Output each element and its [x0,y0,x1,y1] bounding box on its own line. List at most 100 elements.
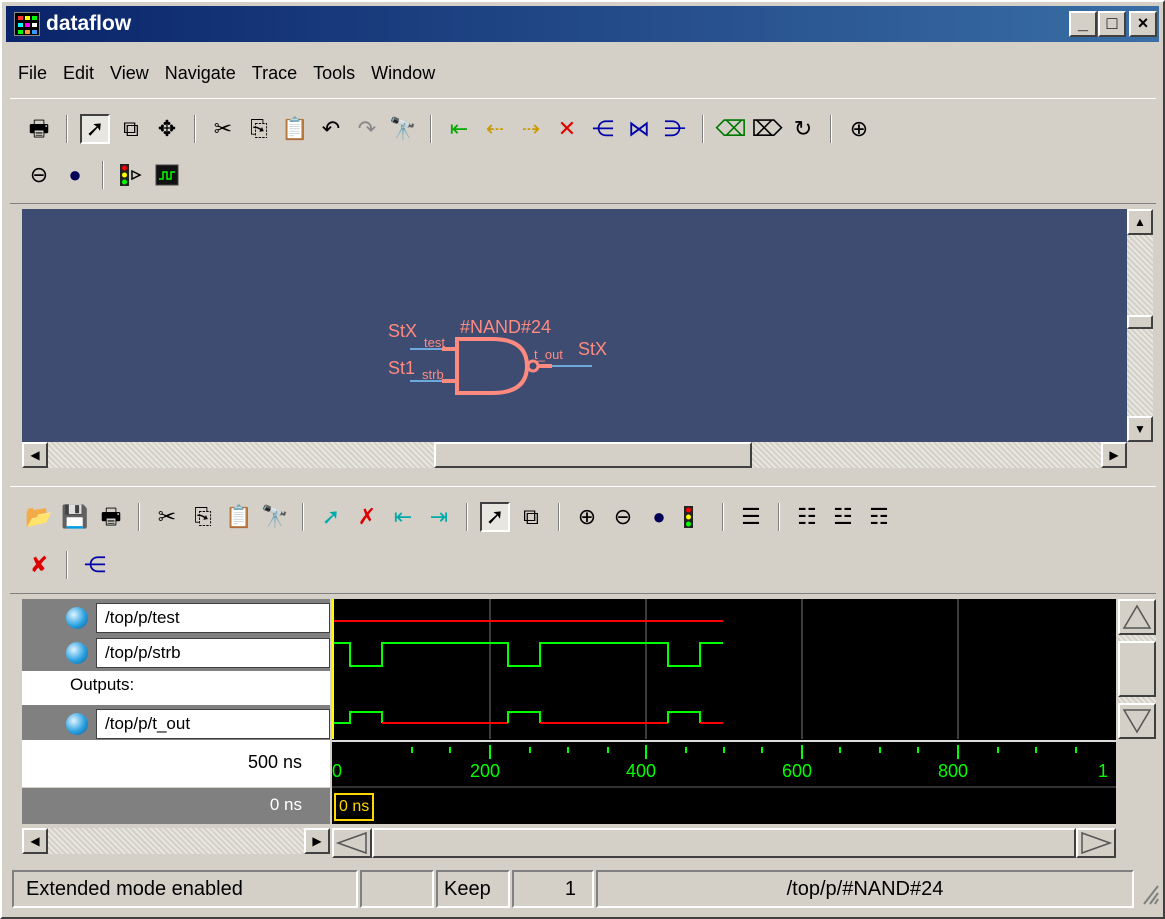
zoom-full-icon[interactable]: ● [644,502,674,532]
app-icon [14,12,40,36]
save-icon[interactable]: 💾 [60,502,90,532]
input2-port: strb [422,367,444,382]
cut-icon[interactable]: ✂ [208,114,238,144]
canvas-horizontal-scrollbar[interactable]: ◀ ▶ [22,442,1127,468]
copy-icon[interactable]: ⎘ [188,502,218,532]
sort-down-icon[interactable]: ☷ [792,502,822,532]
open-folder-icon[interactable]: 📂 [24,502,54,532]
dataflow-window: dataflow _ □ × File Edit View Navigate Trace… [0,0,1165,919]
tick-label: 400 [626,761,657,781]
scroll-up-button[interactable] [1118,599,1156,635]
scroll-thumb[interactable] [372,828,1076,858]
select-pointer-icon[interactable]: ➚ [480,502,510,532]
signal-name[interactable]: /top/p/strb [96,638,330,668]
menu-bar: File Edit View Navigate Trace Tools Window [10,58,443,88]
pan-icon[interactable]: ✥ [152,114,182,144]
sort-up-icon[interactable]: ☳ [828,502,858,532]
expand-net-out-icon[interactable]: ⋺ [660,114,690,144]
cursor-marker[interactable]: 0 ns [334,793,375,821]
scroll-left-button[interactable]: ◀ [22,828,48,854]
names-horizontal-scrollbar[interactable]: ◀ ▶ [22,828,330,854]
menu-file[interactable]: File [10,58,55,88]
nand-gate-schematic[interactable] [22,209,1127,442]
expand-both-icon[interactable]: ⋈ [624,114,654,144]
expand-top-icon[interactable]: ☰ [736,502,766,532]
select-pointer-icon[interactable]: ➚ [80,114,110,144]
trace-x-icon[interactable]: ✕ [552,114,582,144]
trace-up-icon[interactable]: ⇠ [480,114,510,144]
status-message: Extended mode enabled [12,870,358,908]
canvas-vertical-scrollbar[interactable]: ▲ ▼ [1127,209,1153,442]
print-icon[interactable]: 🖶 [24,114,54,144]
insert-cursor-icon[interactable]: ➚ [316,502,346,532]
paste-icon[interactable]: 📋 [224,502,254,532]
menu-view[interactable]: View [102,58,157,88]
delete-wave-icon[interactable]: ✘ [24,550,54,580]
expand-net-icon[interactable]: ⋲ [80,550,110,580]
scroll-up-button[interactable]: ▲ [1127,209,1153,235]
scroll-right-button[interactable] [1076,828,1116,858]
menu-trace[interactable]: Trace [244,58,305,88]
wave-vertical-scrollbar[interactable] [1118,599,1156,739]
signal-row-test[interactable]: /top/p/test [22,601,330,634]
wave-window-icon[interactable] [152,160,182,190]
zoom-region-icon[interactable]: ⧉ [116,114,146,144]
resize-grip-icon[interactable] [1136,876,1160,906]
signal-name[interactable]: /top/p/test [96,603,330,633]
maximize-button[interactable]: □ [1098,11,1126,37]
signal-name[interactable]: /top/p/t_out [96,709,330,739]
signal-row-strb[interactable]: /top/p/strb [22,636,330,669]
traffic-light-icon[interactable] [116,160,146,190]
zoom-out-icon[interactable]: ⊖ [24,160,54,190]
scroll-left-button[interactable]: ◀ [22,442,48,468]
next-transition-icon[interactable]: ⇥ [424,502,454,532]
group-row-outputs[interactable]: Outputs: [22,671,330,705]
paste-icon[interactable]: 📋 [280,114,310,144]
menu-window[interactable]: Window [363,58,443,88]
separator [778,503,780,531]
trace-down-icon[interactable]: ⇢ [516,114,546,144]
close-button[interactable]: × [1129,11,1157,37]
menu-tools[interactable]: Tools [305,58,363,88]
redo-icon[interactable]: ↷ [352,114,382,144]
find-icon[interactable]: 🔭 [388,114,418,144]
sort-bottom-icon[interactable]: ☶ [864,502,894,532]
scroll-thumb[interactable] [1127,315,1153,329]
copy-icon[interactable]: ⎘ [244,114,274,144]
traffic-light-icon[interactable] [680,502,710,532]
signal-row-t-out[interactable]: /top/p/t_out [22,707,330,740]
print-icon[interactable]: 🖶 [96,502,126,532]
erase-all-icon[interactable]: ⌦ [751,114,782,144]
scroll-left-button[interactable] [332,828,372,858]
menu-navigate[interactable]: Navigate [157,58,244,88]
minimize-button[interactable]: _ [1069,11,1097,37]
delete-cursor-icon[interactable]: ✗ [352,502,382,532]
scroll-down-button[interactable]: ▼ [1127,416,1153,442]
zoom-in-icon[interactable]: ⊕ [572,502,602,532]
scroll-down-button[interactable] [1118,703,1156,739]
previous-transition-icon[interactable]: ⇤ [388,502,418,532]
undo-icon[interactable]: ↶ [316,114,346,144]
zoom-region-icon[interactable]: ⧉ [516,502,546,532]
zoom-in-icon[interactable]: ⊕ [844,114,874,144]
scroll-right-button[interactable]: ▶ [1101,442,1127,468]
find-icon[interactable]: 🔭 [260,502,290,532]
scroll-right-button[interactable]: ▶ [304,828,330,854]
zoom-out-icon[interactable]: ⊖ [608,502,638,532]
wave-display[interactable] [332,599,1116,739]
menu-edit[interactable]: Edit [55,58,102,88]
time-ruler[interactable]: 0 200 400 600 800 1 0 ns [332,739,1116,824]
regenerate-icon[interactable]: ↻ [788,114,818,144]
trace-input-icon[interactable]: ⇤ [444,114,474,144]
erase-icon[interactable]: ⌫ [715,114,746,144]
zoom-full-icon[interactable]: ● [60,160,90,190]
expand-net-icon[interactable]: ⋲ [588,114,618,144]
wave-horizontal-scrollbar[interactable] [332,828,1116,858]
cut-icon[interactable]: ✂ [152,502,182,532]
title-bar[interactable]: dataflow _ □ × [6,6,1159,42]
scroll-thumb[interactable] [1118,641,1156,697]
cursor-time-label: 0 ns [269,795,302,814]
scroll-thumb[interactable] [434,442,752,468]
wave-signal-list: /top/p/test /top/p/strb Outputs: /top/p/… [22,599,330,739]
dataflow-canvas[interactable]: StX test #NAND#24 St1 strb t_out StX [22,209,1127,442]
